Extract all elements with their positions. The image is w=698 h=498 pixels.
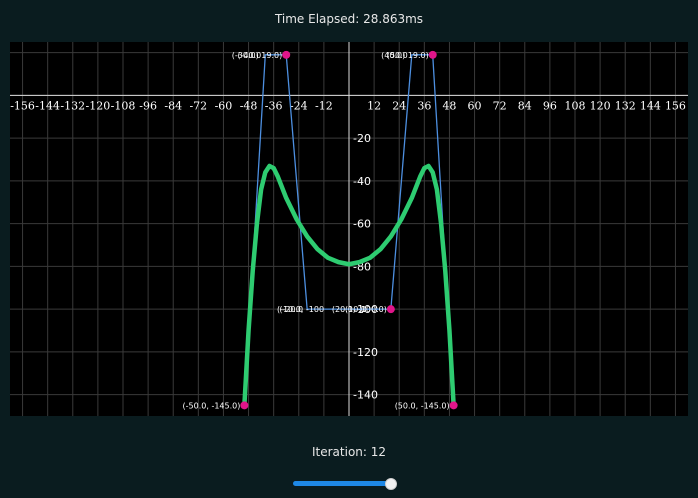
- x-tick-label: -48: [240, 99, 258, 112]
- y-tick-label: -60: [353, 218, 371, 231]
- control-point-label: (-10.0, -100: [277, 305, 324, 314]
- x-tick-label: -60: [215, 99, 233, 112]
- x-tick-label: -72: [189, 99, 207, 112]
- time-elapsed-label: Time Elapsed: 28.863ms: [274, 12, 424, 26]
- slider-thumb[interactable]: [385, 478, 397, 490]
- x-tick-label: -96: [139, 99, 157, 112]
- x-tick-label: 24: [392, 99, 406, 112]
- x-tick-label: -132: [60, 99, 85, 112]
- y-tick-label: -40: [353, 175, 371, 188]
- x-tick-label: -156: [10, 99, 35, 112]
- control-point-label: (20.0, -100.0): [332, 305, 387, 314]
- control-point-marker: [386, 305, 395, 314]
- x-tick-label: 72: [493, 99, 507, 112]
- x-tick-label: -36: [265, 99, 283, 112]
- x-tick-label: -12: [315, 99, 333, 112]
- control-point-marker: [428, 50, 437, 59]
- y-tick-label: -120: [353, 346, 378, 359]
- x-tick-label: -108: [111, 99, 136, 112]
- bezier-plot[interactable]: -156 -144 -132 -120 -108 -96 -84 -72 -60 -48 -36 -2…: [10, 42, 688, 416]
- x-tick-label: 108: [565, 99, 586, 112]
- iteration-label: Iteration: 12: [311, 445, 387, 459]
- x-tick-label: 12: [367, 99, 381, 112]
- control-point-label: (50.0, -145.0): [395, 401, 450, 410]
- x-tick-label: -120: [86, 99, 111, 112]
- x-tick-label: 84: [518, 99, 532, 112]
- control-point-label: (-30.0) 19.0): [232, 51, 282, 60]
- control-point-marker: [282, 50, 291, 59]
- y-tick-label: -140: [353, 389, 378, 402]
- x-tick-label: 48: [442, 99, 456, 112]
- x-tick-label: 132: [615, 99, 636, 112]
- x-tick-label: -24: [290, 99, 308, 112]
- x-tick-label: 36: [417, 99, 431, 112]
- y-tick-label: -20: [353, 132, 371, 145]
- control-point-label: (-50.0, -145.0): [183, 401, 241, 410]
- x-tick-label: 156: [665, 99, 686, 112]
- slider-track[interactable]: [293, 481, 393, 486]
- x-tick-label: -84: [164, 99, 182, 112]
- control-point-marker: [240, 401, 249, 410]
- control-point-label: (40.0) 19.0): [381, 51, 429, 60]
- x-tick-label: -144: [35, 99, 60, 112]
- chart-svg: -156 -144 -132 -120 -108 -96 -84 -72 -60 -48 -36 -2…: [10, 42, 688, 416]
- x-tick-label: 144: [640, 99, 661, 112]
- x-tick-label: 120: [590, 99, 611, 112]
- control-point-marker: [449, 401, 458, 410]
- x-tick-label: 96: [543, 99, 557, 112]
- x-tick-label: 60: [468, 99, 482, 112]
- iteration-slider[interactable]: [293, 477, 397, 490]
